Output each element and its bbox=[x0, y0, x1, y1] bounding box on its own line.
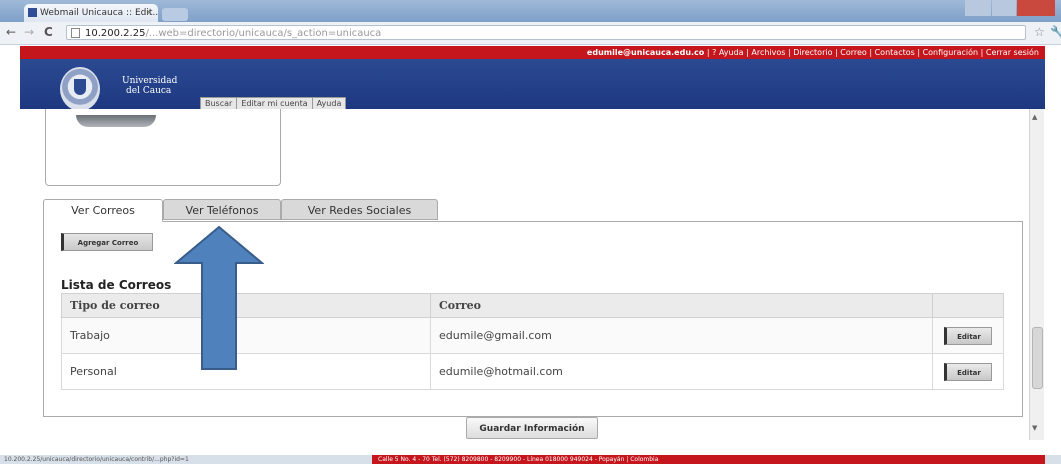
wrench-icon[interactable]: 🔧 bbox=[1050, 25, 1061, 39]
forward-icon[interactable]: → bbox=[24, 25, 34, 39]
add-email-button[interactable]: Agregar Correo bbox=[61, 233, 153, 251]
university-name-line1: Universidad bbox=[122, 76, 178, 86]
cell-action: Editar bbox=[932, 353, 1004, 390]
shield-icon bbox=[74, 79, 86, 95]
footer-bar: Calle 5 No. 4 - 70 Tel. (572) 8209800 - … bbox=[372, 455, 1045, 464]
maximize-button[interactable] bbox=[992, 0, 1016, 16]
close-window-button[interactable] bbox=[1017, 0, 1055, 16]
address-bar[interactable]: 10.200.2.25/...web=directorio/unicauca/s… bbox=[66, 25, 1026, 40]
university-name: Universidad del Cauca bbox=[122, 76, 177, 96]
back-icon[interactable]: ← bbox=[6, 25, 16, 39]
header-correo: Correo bbox=[430, 293, 933, 318]
edit-button[interactable]: Editar bbox=[944, 326, 992, 345]
emblem-image bbox=[76, 115, 156, 127]
scrollbar-thumb[interactable] bbox=[1032, 327, 1043, 389]
save-info-button[interactable]: Guardar Información bbox=[466, 417, 598, 439]
edit-button[interactable]: Editar bbox=[944, 362, 992, 381]
user-email: edumile@unicauca.edu.co bbox=[586, 48, 705, 57]
cell-action: Editar bbox=[932, 317, 1004, 354]
browser-titlebar: Webmail Unicauca :: Edit... × bbox=[0, 0, 1061, 22]
browser-tab[interactable]: Webmail Unicauca :: Edit... × bbox=[24, 4, 158, 22]
utility-bar: edumile@unicauca.edu.co | ? Ayuda | Arch… bbox=[20, 46, 1045, 59]
profile-photo-box bbox=[45, 109, 281, 186]
tab-ver-correos[interactable]: Ver Correos bbox=[43, 199, 163, 222]
university-logo bbox=[60, 67, 100, 111]
list-title: Lista de Correos bbox=[61, 278, 172, 292]
window-controls bbox=[965, 0, 1055, 16]
minimize-button[interactable] bbox=[965, 0, 991, 16]
url-path: /...web=directorio/unicauca/s_action=uni… bbox=[145, 28, 382, 39]
scroll-down-icon[interactable]: ▼ bbox=[1032, 424, 1037, 432]
tab-close-icon[interactable]: × bbox=[145, 4, 153, 22]
site-header: Universidad del Cauca Buscar Editar mi cu… bbox=[20, 59, 1045, 111]
university-name-line2: del Cauca bbox=[126, 86, 172, 96]
content-tabs: Ver Correos Ver Teléfonos Ver Redes Soci… bbox=[43, 199, 1023, 222]
scroll-up-icon[interactable]: ▲ bbox=[1032, 113, 1037, 121]
browser-toolbar: ← → C 10.200.2.25/...web=directorio/unic… bbox=[0, 22, 1061, 45]
new-tab-button[interactable] bbox=[162, 8, 188, 21]
page-scrollbar[interactable]: ▲ ▼ bbox=[1029, 109, 1044, 440]
utility-links: edumile@unicauca.edu.co | ? Ayuda | Arch… bbox=[587, 46, 1039, 59]
cell-email: edumile@hotmail.com bbox=[430, 353, 933, 390]
page-icon bbox=[71, 28, 80, 38]
reload-icon[interactable]: C bbox=[44, 25, 53, 39]
url-host: 10.200.2.25 bbox=[85, 28, 146, 39]
cell-email: edumile@gmail.com bbox=[430, 317, 933, 354]
status-bar: 10.200.2.25/unicauca/directorio/unicauca… bbox=[0, 455, 1061, 464]
utility-menu[interactable]: | ? Ayuda | Archivos | Directorio | Corr… bbox=[707, 48, 1039, 57]
up-arrow-annotation bbox=[174, 225, 264, 370]
header-actions bbox=[932, 293, 1004, 318]
tab-ver-telefonos[interactable]: Ver Teléfonos bbox=[163, 199, 281, 220]
bookmark-star-icon[interactable]: ☆ bbox=[1034, 25, 1045, 39]
favicon-icon bbox=[28, 8, 37, 17]
status-url: 10.200.2.25/unicauca/directorio/unicauca… bbox=[4, 456, 189, 463]
tab-ver-redes-sociales[interactable]: Ver Redes Sociales bbox=[281, 199, 438, 220]
tab-title: Webmail Unicauca :: Edit... bbox=[40, 8, 158, 18]
